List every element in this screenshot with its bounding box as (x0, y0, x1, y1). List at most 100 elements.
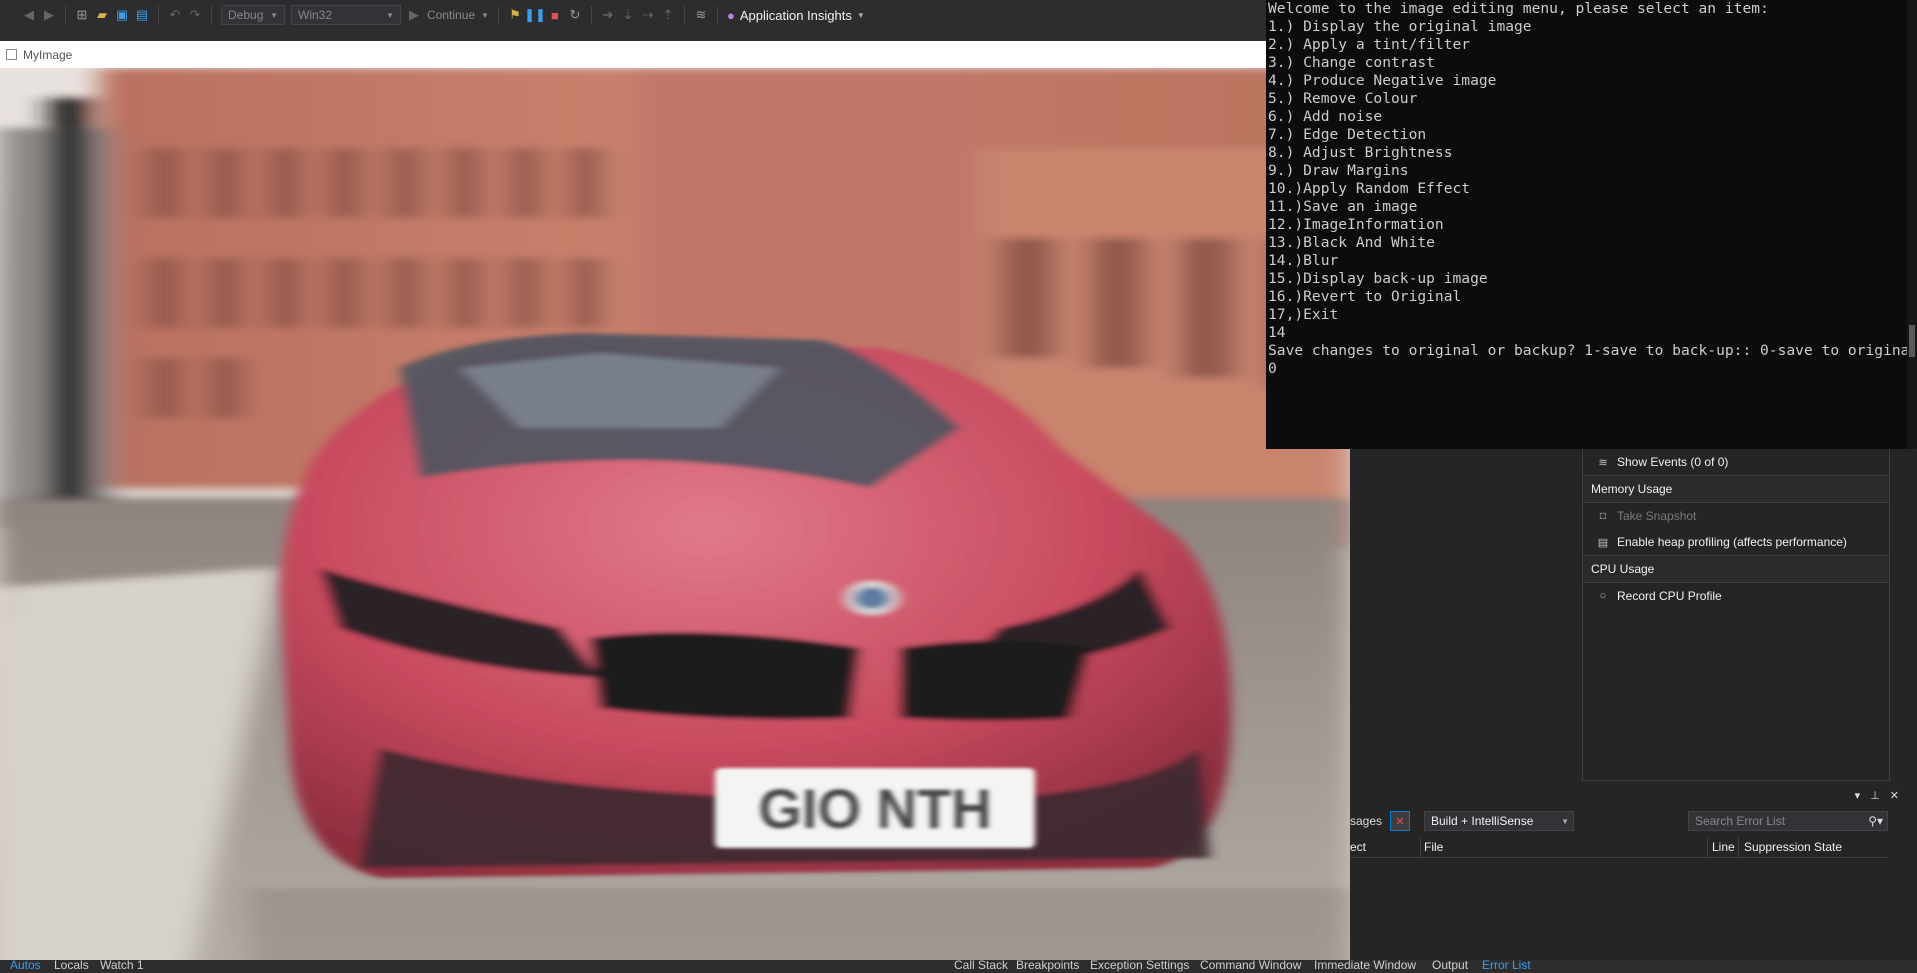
tab-autos[interactable]: Autos (10, 958, 41, 972)
dropdown-arrow-icon[interactable]: ▾ (1855, 789, 1861, 802)
console-line: 16.)Revert to Original (1268, 288, 1462, 305)
column-separator[interactable] (1420, 837, 1421, 857)
console-window[interactable]: Welcome to the image editing menu, pleas… (1266, 0, 1917, 449)
console-line: 17,)Exit (1268, 306, 1339, 323)
console-line: 4.) Produce Negative image (1268, 72, 1497, 89)
console-line: 9.) Draw Margins (1268, 162, 1409, 179)
close-icon[interactable]: ✕ (1890, 789, 1899, 802)
step-over-icon[interactable]: ⇢ (641, 7, 655, 22)
solution-configuration-select[interactable]: Debug ▼ (221, 5, 285, 25)
console-scrollbar-thumb[interactable] (1909, 325, 1915, 357)
column-line[interactable]: Line (1712, 840, 1735, 854)
diagnostic-tools-icon[interactable]: ≋ (694, 7, 708, 22)
undo-icon[interactable]: ↶ (168, 7, 182, 22)
console-line: 6.) Add noise (1268, 108, 1383, 125)
solution-platform-value: Win32 (298, 8, 333, 22)
new-project-icon[interactable]: ⊞ (75, 7, 89, 22)
column-separator[interactable] (1738, 837, 1739, 857)
console-line: 13.)Black And White (1268, 234, 1435, 251)
chevron-down-icon: ▼ (386, 10, 394, 20)
toolbar-separator (497, 6, 499, 24)
navigate-back-icon[interactable]: ◀ (22, 7, 36, 22)
tab-watch-1[interactable]: Watch 1 (100, 958, 144, 972)
messages-filter-label[interactable]: sages (1350, 814, 1382, 828)
memory-usage-header: Memory Usage (1583, 475, 1889, 503)
solution-configuration-value: Debug (228, 8, 264, 22)
stop-icon[interactable]: ■ (548, 8, 562, 23)
tab-breakpoints[interactable]: Breakpoints (1016, 958, 1079, 972)
chevron-down-icon[interactable]: ▼ (481, 11, 489, 20)
continue-play-icon[interactable]: ▶ (407, 7, 421, 22)
chevron-down-icon: ▼ (856, 10, 865, 20)
lightbulb-icon: ● (726, 7, 735, 23)
record-cpu-profile-button[interactable]: ○ Record CPU Profile (1583, 583, 1889, 609)
show-events-button[interactable]: ≋ Show Events (0 of 0) (1583, 449, 1889, 475)
application-insights-button[interactable]: ● Application Insights ▼ (727, 8, 865, 23)
step-out-icon[interactable]: ⇡ (661, 7, 675, 22)
console-line: 10.)Apply Random Effect (1268, 180, 1471, 197)
show-events-label: Show Events (0 of 0) (1617, 455, 1729, 469)
column-separator[interactable] (1707, 837, 1708, 857)
continue-button[interactable]: Continue (427, 8, 475, 22)
tab-output[interactable]: Output (1432, 958, 1468, 972)
tab-call-stack[interactable]: Call Stack (954, 958, 1008, 972)
step-into-icon[interactable]: ⇣ (621, 7, 635, 22)
save-icon[interactable]: ▣ (115, 7, 129, 22)
console-line: 11.)Save an image (1268, 198, 1418, 215)
search-icon[interactable]: ⚲▾ (1868, 814, 1883, 828)
save-all-icon[interactable]: ▤ (135, 7, 149, 22)
error-list-panel: ▾ ⊥ ✕ sages ✕ Build + IntelliSense ▼ Sea… (1350, 789, 1917, 960)
tab-exception-settings[interactable]: Exception Settings (1090, 958, 1189, 972)
console-line: 15.)Display back-up image (1268, 270, 1488, 287)
tab-immediate-window[interactable]: Immediate Window (1314, 958, 1416, 972)
window-app-icon (6, 49, 17, 60)
show-next-statement-icon[interactable]: ➔ (601, 7, 615, 22)
attach-process-icon[interactable]: ⚑ (508, 7, 522, 22)
image-window-title: MyImage (23, 47, 73, 62)
pause-icon[interactable]: ❚❚ (524, 7, 546, 22)
chevron-down-icon: ▼ (1561, 816, 1569, 826)
console-line: 7.) Edge Detection (1268, 126, 1427, 143)
console-line: 5.) Remove Colour (1268, 90, 1418, 107)
solution-platform-select[interactable]: Win32 ▼ (291, 5, 401, 25)
cpu-usage-title: CPU Usage (1591, 562, 1655, 576)
take-snapshot-button[interactable]: ◘ Take Snapshot (1583, 503, 1889, 529)
image-window-titlebar[interactable]: MyImage — (0, 41, 1372, 68)
navigate-forward-icon[interactable]: ▶ (42, 7, 56, 22)
enable-heap-profiling-button[interactable]: ▤ Enable heap profiling (affects perform… (1583, 529, 1889, 555)
enable-heap-label: Enable heap profiling (affects performan… (1617, 535, 1847, 549)
record-cpu-label: Record CPU Profile (1617, 589, 1722, 603)
column-file[interactable]: File (1424, 840, 1443, 854)
console-line: Save changes to original or backup? 1-sa… (1268, 342, 1917, 359)
camera-icon: ◘ (1599, 510, 1607, 522)
console-line: 14 (1268, 324, 1286, 341)
console-line: 14.)Blur (1268, 252, 1339, 269)
diagnostic-tools-summary: ≋ Show Events (0 of 0) Memory Usage ◘ Ta… (1582, 449, 1890, 781)
console-output: Welcome to the image editing menu, pleas… (1266, 0, 1917, 378)
image-window: MyImage — (0, 41, 1372, 969)
error-scope-select[interactable]: Build + IntelliSense ▼ (1424, 811, 1574, 831)
cpu-usage-header: CPU Usage (1583, 555, 1889, 583)
toolbar-separator (590, 6, 592, 24)
restart-icon[interactable]: ↻ (568, 7, 582, 22)
column-suppression-state[interactable]: Suppression State (1744, 840, 1842, 854)
open-folder-icon[interactable]: ▰ (95, 7, 109, 22)
tab-command-window[interactable]: Command Window (1200, 958, 1301, 972)
console-scrollbar[interactable] (1907, 0, 1917, 449)
pin-icon[interactable]: ⊥ (1870, 789, 1880, 802)
console-line: 8.) Adjust Brightness (1268, 144, 1453, 161)
error-search-placeholder: Search Error List (1695, 814, 1786, 828)
toolbar-separator (683, 6, 685, 24)
tab-locals[interactable]: Locals (54, 958, 89, 972)
error-list-toolbar: sages ✕ Build + IntelliSense ▼ Search Er… (1350, 809, 1917, 833)
console-line: Welcome to the image editing menu, pleas… (1268, 0, 1769, 17)
blurred-car-photo: GIO NTH (0, 68, 1350, 969)
filter-icon[interactable]: ✕ (1390, 811, 1410, 831)
error-search-input[interactable]: Search Error List ⚲▾ (1688, 811, 1888, 831)
tab-error-list[interactable]: Error List (1482, 958, 1531, 972)
take-snapshot-label: Take Snapshot (1617, 509, 1697, 523)
events-icon: ≋ (1598, 456, 1608, 469)
column-project[interactable]: ect (1350, 840, 1366, 854)
console-line: 1.) Display the original image (1268, 18, 1532, 35)
redo-icon[interactable]: ↷ (188, 7, 202, 22)
